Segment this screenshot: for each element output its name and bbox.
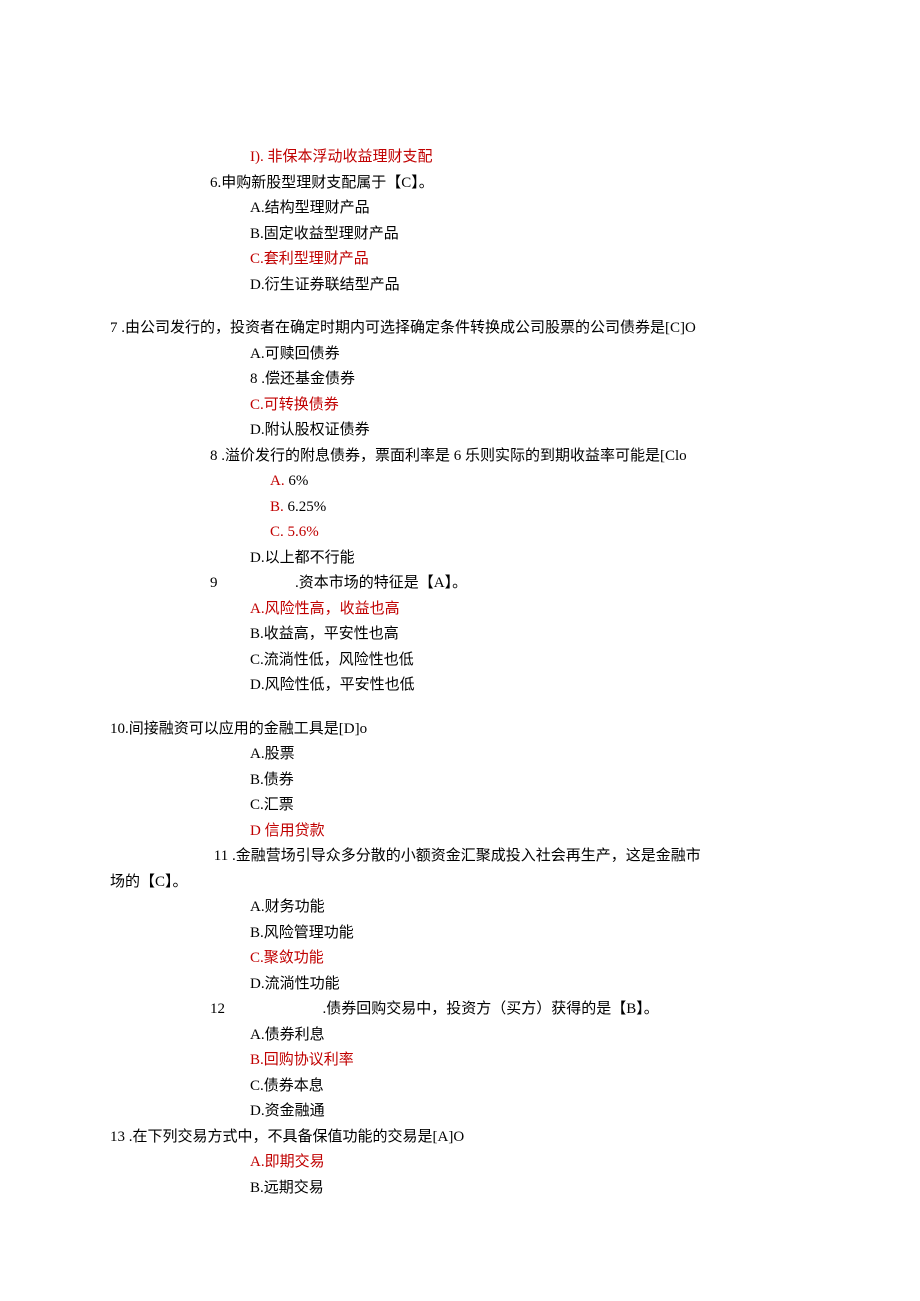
q8-option-b: B. 6.25% [110,495,810,521]
q9-option-a: A.风险性高，收益也高 [110,597,810,623]
q8-opta-value: 6% [288,473,308,489]
q7-option-b: 8 .偿还基金债券 [110,367,810,393]
q9-option-c: C.流淌性低，风险性也低 [110,648,810,674]
q5-optd-label: I). [250,149,264,165]
q6-option-c: C.套利型理财产品 [110,247,810,273]
q6-option-d: D.衍生证券联结型产品 [110,273,810,299]
q12-option-c: C.债券本息 [110,1074,810,1100]
q10-option-c: C.汇票 [110,793,810,819]
q12-line: 12 .债券回购交易中，投资方（买方）获得的是【B】。 [110,997,810,1023]
q11-option-d: D.流淌性功能 [110,972,810,998]
q8-option-d: D.以上都不行能 [110,546,810,572]
q11-line1: 11 .金融营场引导众多分散的小额资金汇聚成投入社会再生产，这是金融市 [110,844,810,870]
q12-num: 12 [210,1001,225,1017]
q8-optc-value: 5.6% [288,524,319,540]
q12-option-a: A.债券利息 [110,1023,810,1049]
q9-num: 9 [210,575,218,591]
q8-optc-label: C. [270,524,284,540]
q5-optd-text: 非保本浮动收益理财支配 [268,149,433,165]
q9-text: .资本市场的特征是【A】。 [295,575,467,591]
q8-optb-label: B. [270,499,284,515]
q10-option-b: B.债券 [110,768,810,794]
q9-option-b: B.收益高，平安性也高 [110,622,810,648]
q5-option-d: I). 非保本浮动收益理财支配 [110,145,810,171]
q12-text: .债券回购交易中，投资方（买方）获得的是【B】。 [323,1001,659,1017]
q8-optb-value: 6.25% [288,499,327,515]
q7-option-c: C.可转换债券 [110,393,810,419]
q12-option-d: D.资金融通 [110,1099,810,1125]
q6-option-a: A.结构型理财产品 [110,196,810,222]
q13-text: 13 .在下列交易方式中，不具备保值功能的交易是[A]O [110,1125,810,1151]
q6-option-b: B.固定收益型理财产品 [110,222,810,248]
q9-line: 9 .资本市场的特征是【A】。 [110,571,810,597]
q8-option-c: C. 5.6% [110,520,810,546]
q8-opta-label: A. [270,473,285,489]
q7-option-d: D.附认股权证债券 [110,418,810,444]
q11-text1: .金融营场引导众多分散的小额资金汇聚成投入社会再生产，这是金融市 [232,848,701,864]
q13-option-b: B.远期交易 [110,1176,810,1202]
q11-num: 11 [214,848,228,864]
q11-option-a: A.财务功能 [110,895,810,921]
q11-option-c: C.聚敛功能 [110,946,810,972]
q13-option-a: A.即期交易 [110,1150,810,1176]
q8-option-a: A. 6% [110,469,810,495]
q12-option-b: B.回购协议利率 [110,1048,810,1074]
q11-line2: 场的【C】。 [110,870,810,896]
q10-option-d: D 信用贷款 [110,819,810,845]
q7-option-a: A.可赎回债券 [110,342,810,368]
q10-option-a: A.股票 [110,742,810,768]
q10-text: 10.间接融资可以应用的金融工具是[D]o [110,717,810,743]
q7-text: 7 .由公司发行的，投资者在确定时期内可选择确定条件转换成公司股票的公司债券是[… [110,316,810,342]
q8-text: 8 .溢价发行的附息债券，票面利率是 6 乐则实际的到期收益率可能是[Clo [110,444,810,470]
q6-text: 6.申购新股型理财支配属于【C】。 [110,171,810,197]
q11-option-b: B.风险管理功能 [110,921,810,947]
q9-option-d: D.风险性低，平安性也低 [110,673,810,699]
